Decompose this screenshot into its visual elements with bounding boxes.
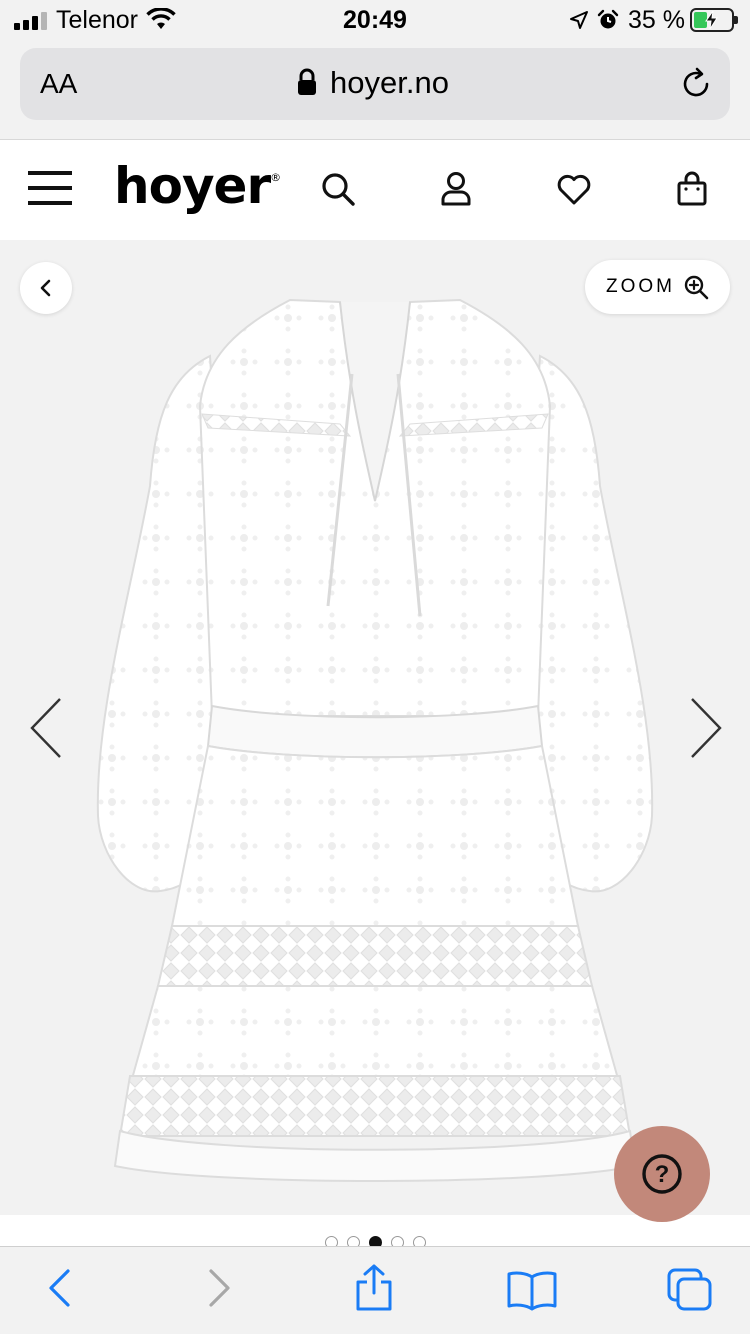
search-icon[interactable] <box>320 171 356 207</box>
carrier-name: Telenor <box>56 6 138 34</box>
back-icon[interactable] <box>44 1267 74 1309</box>
reload-icon[interactable] <box>678 66 714 102</box>
zoom-in-icon <box>684 275 709 300</box>
menu-icon[interactable] <box>28 169 72 207</box>
product-image-gallery[interactable]: ZOOM ? <box>0 240 750 1222</box>
zoom-button[interactable]: ZOOM <box>585 260 730 314</box>
zoom-label: ZOOM <box>606 276 675 297</box>
text-size-label: AA <box>40 68 78 99</box>
battery-percent: 35 % <box>628 6 685 34</box>
text-size-button[interactable]: AA <box>40 68 77 100</box>
site-header: hoyer® <box>0 141 750 240</box>
battery-icon <box>690 8 738 32</box>
bag-icon[interactable] <box>676 171 708 207</box>
back-chevron-icon <box>40 279 51 297</box>
next-arrow-icon[interactable] <box>688 696 724 760</box>
forward-icon[interactable] <box>204 1267 234 1309</box>
help-icon: ? <box>642 1154 682 1194</box>
gallery-back-button[interactable] <box>20 262 72 314</box>
logo-mark: ® <box>270 171 281 184</box>
signal-icon <box>14 12 47 30</box>
url-text[interactable]: hoyer.no <box>330 65 449 101</box>
help-button[interactable]: ? <box>614 1126 710 1222</box>
tabs-icon[interactable] <box>666 1267 714 1313</box>
share-icon[interactable] <box>352 1263 396 1313</box>
account-icon[interactable] <box>440 171 472 207</box>
wifi-icon <box>146 8 176 29</box>
browser-address-area: AA hoyer.no <box>0 40 750 140</box>
location-icon <box>570 11 588 29</box>
heart-icon[interactable] <box>556 174 592 206</box>
site-logo[interactable]: hoyer® <box>114 157 281 215</box>
help-label: ? <box>655 1161 670 1188</box>
browser-toolbar <box>0 1246 750 1334</box>
alarm-icon <box>597 9 619 29</box>
status-bar: Telenor 20:49 35 % <box>0 0 750 40</box>
previous-arrow-icon[interactable] <box>28 696 64 760</box>
bookmarks-icon[interactable] <box>506 1269 558 1311</box>
logo-text: hoyer <box>114 157 271 215</box>
address-bar[interactable]: AA hoyer.no <box>20 48 730 120</box>
product-image <box>96 298 654 1182</box>
lock-icon <box>298 68 316 95</box>
